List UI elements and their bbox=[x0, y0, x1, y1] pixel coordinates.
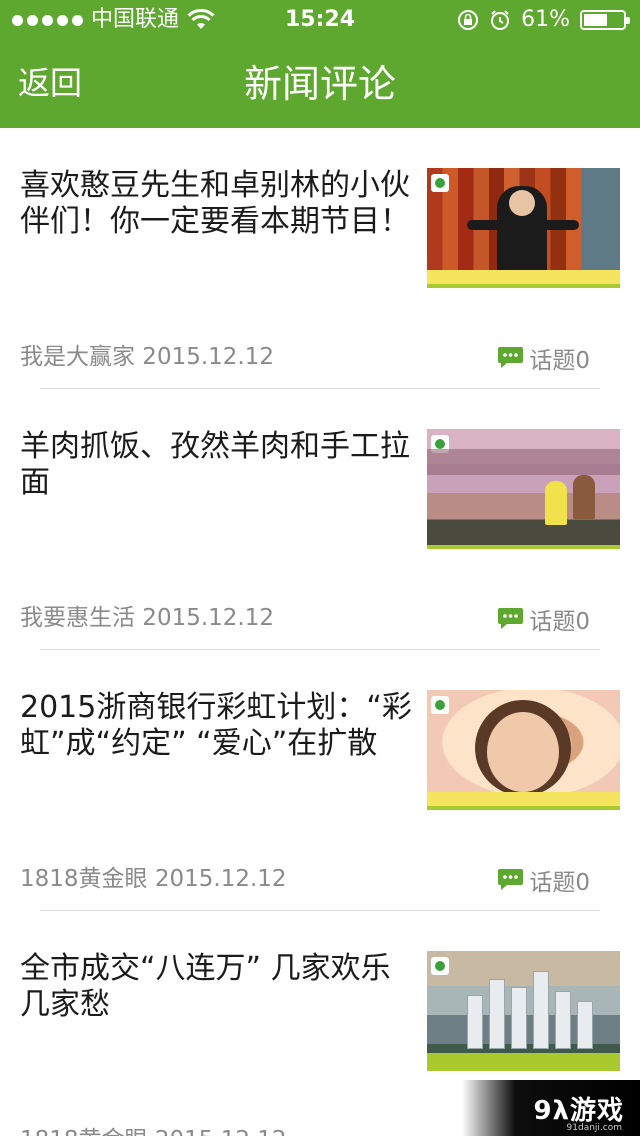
news-headline[interactable]: 2015浙商银行彩虹计划：“彩虹”成“约定” “爱心”在扩散 bbox=[20, 690, 415, 762]
news-meta: 1818黄金眼 2015.12.12 bbox=[20, 1126, 287, 1136]
news-headline[interactable]: 羊肉抓饭、孜然羊肉和手工拉面 bbox=[20, 429, 415, 501]
topic-link[interactable]: 话题0 bbox=[497, 602, 590, 636]
news-meta: 我要惠生活 2015.12.12 bbox=[20, 605, 274, 631]
watermark-brand: 9λ游戏 bbox=[533, 1095, 624, 1126]
thumb-ticker bbox=[427, 270, 620, 284]
comment-bubble-icon bbox=[498, 608, 524, 629]
news-meta: 我是大赢家 2015.12.12 bbox=[20, 344, 274, 370]
news-headline[interactable]: 全市成交“八连万” 几家欢乐几家愁 bbox=[20, 951, 415, 1023]
header-bar: 中国联通 15:24 61% 返回 新闻评论 bbox=[0, 0, 640, 128]
news-meta: 1818黄金眼 2015.12.12 bbox=[20, 866, 287, 892]
channel-logo-icon bbox=[431, 957, 449, 975]
topic-link[interactable]: 话题0 bbox=[497, 863, 590, 897]
thumb-shelf bbox=[427, 449, 620, 475]
thumb-building bbox=[511, 987, 527, 1049]
channel-logo-icon bbox=[431, 174, 449, 192]
status-bar: 中国联通 15:24 61% bbox=[0, 0, 640, 40]
thumb-building bbox=[555, 991, 571, 1049]
thumb-ticker bbox=[427, 1053, 620, 1067]
status-right: 61% bbox=[457, 7, 630, 32]
navigation-bar: 返回 新闻评论 bbox=[0, 40, 640, 128]
topic-label: 话题0 bbox=[529, 609, 590, 635]
thumb-person bbox=[545, 481, 567, 525]
thumb-face bbox=[509, 190, 535, 216]
topic-link[interactable]: 话题0 bbox=[497, 341, 590, 375]
news-item[interactable]: 羊肉抓饭、孜然羊肉和手工拉面 我要惠生活 2015.12.12 话题0 bbox=[0, 389, 640, 650]
news-thumbnail[interactable] bbox=[427, 168, 620, 288]
watermark-url: 91danji.com bbox=[566, 1123, 622, 1133]
app-screen: 中国联通 15:24 61% 返回 新闻评论 喜欢憨豆先生和卓别林的小伙伴们！你… bbox=[0, 0, 640, 1136]
news-thumbnail[interactable] bbox=[427, 951, 620, 1071]
thumb-ticker bbox=[427, 792, 620, 806]
news-thumbnail[interactable] bbox=[427, 690, 620, 810]
comment-bubble-icon bbox=[498, 869, 524, 890]
topic-label: 话题0 bbox=[529, 870, 590, 896]
comment-bubble-icon bbox=[498, 347, 524, 368]
channel-logo-icon bbox=[431, 696, 449, 714]
battery-percent: 61% bbox=[521, 7, 570, 32]
thumb-building bbox=[577, 1001, 593, 1049]
thumb-person bbox=[573, 475, 595, 519]
alarm-icon bbox=[491, 9, 510, 30]
thumb-building bbox=[467, 995, 483, 1049]
rotation-lock-icon bbox=[458, 9, 479, 30]
news-item[interactable]: 2015浙商银行彩虹计划：“彩虹”成“约定” “爱心”在扩散 1818黄金眼 2… bbox=[0, 650, 640, 911]
battery-icon bbox=[580, 9, 630, 30]
thumb-face bbox=[487, 712, 559, 792]
page-title: 新闻评论 bbox=[243, 62, 396, 106]
news-list: 喜欢憨豆先生和卓别林的小伙伴们！你一定要看本期节目！ 我是大赢家 2015.12… bbox=[0, 128, 640, 1136]
site-watermark: 9λ游戏 91danji.com bbox=[462, 1080, 640, 1136]
battery-fill bbox=[584, 13, 607, 26]
topic-label: 话题0 bbox=[529, 348, 590, 374]
thumb-building bbox=[489, 979, 505, 1049]
news-thumbnail[interactable] bbox=[427, 429, 620, 549]
news-headline[interactable]: 喜欢憨豆先生和卓别林的小伙伴们！你一定要看本期节目！ bbox=[20, 168, 415, 240]
thumb-building bbox=[533, 971, 549, 1049]
news-item[interactable]: 喜欢憨豆先生和卓别林的小伙伴们！你一定要看本期节目！ 我是大赢家 2015.12… bbox=[0, 128, 640, 389]
